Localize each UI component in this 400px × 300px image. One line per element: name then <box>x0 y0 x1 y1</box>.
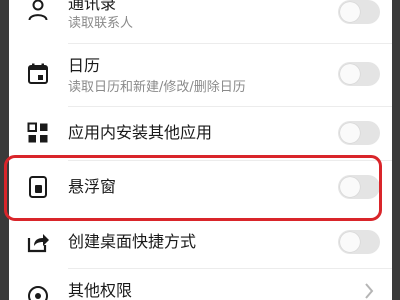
permission-subtitle: 读取日历和新建/修改/删除日历 <box>68 80 246 95</box>
highlight-annotation <box>4 155 382 221</box>
divider <box>68 43 392 44</box>
chevron-right-icon[interactable] <box>364 282 374 300</box>
apps-grid-icon <box>26 121 50 145</box>
settings-icon <box>26 284 50 300</box>
contacts-toggle[interactable] <box>338 0 380 24</box>
desktop-shortcut-toggle[interactable] <box>338 230 380 254</box>
permissions-list: 通讯录 读取联系人 日历 读取日历和新建/修改/删除日历 应用内安装其他应用 悬… <box>9 0 392 300</box>
divider <box>68 106 392 107</box>
permission-title: 其他权限 <box>68 281 133 300</box>
permission-title: 日历 <box>68 56 101 75</box>
calendar-toggle[interactable] <box>338 62 380 86</box>
device-frame-left <box>0 0 9 300</box>
toggle-knob <box>340 123 360 143</box>
toggle-knob <box>340 64 360 84</box>
permission-title: 通讯录 <box>68 0 117 13</box>
person-icon <box>26 0 50 22</box>
permission-subtitle: 读取联系人 <box>68 16 134 31</box>
toggle-knob <box>340 232 360 252</box>
calendar-icon <box>26 62 50 86</box>
share-arrow-icon <box>26 230 50 254</box>
toggle-knob <box>340 2 360 22</box>
device-frame-right <box>392 0 400 300</box>
permission-title: 应用内安装其他应用 <box>68 123 213 142</box>
install-apps-toggle[interactable] <box>338 121 380 145</box>
permission-title: 创建桌面快捷方式 <box>68 232 197 251</box>
divider <box>68 268 392 269</box>
